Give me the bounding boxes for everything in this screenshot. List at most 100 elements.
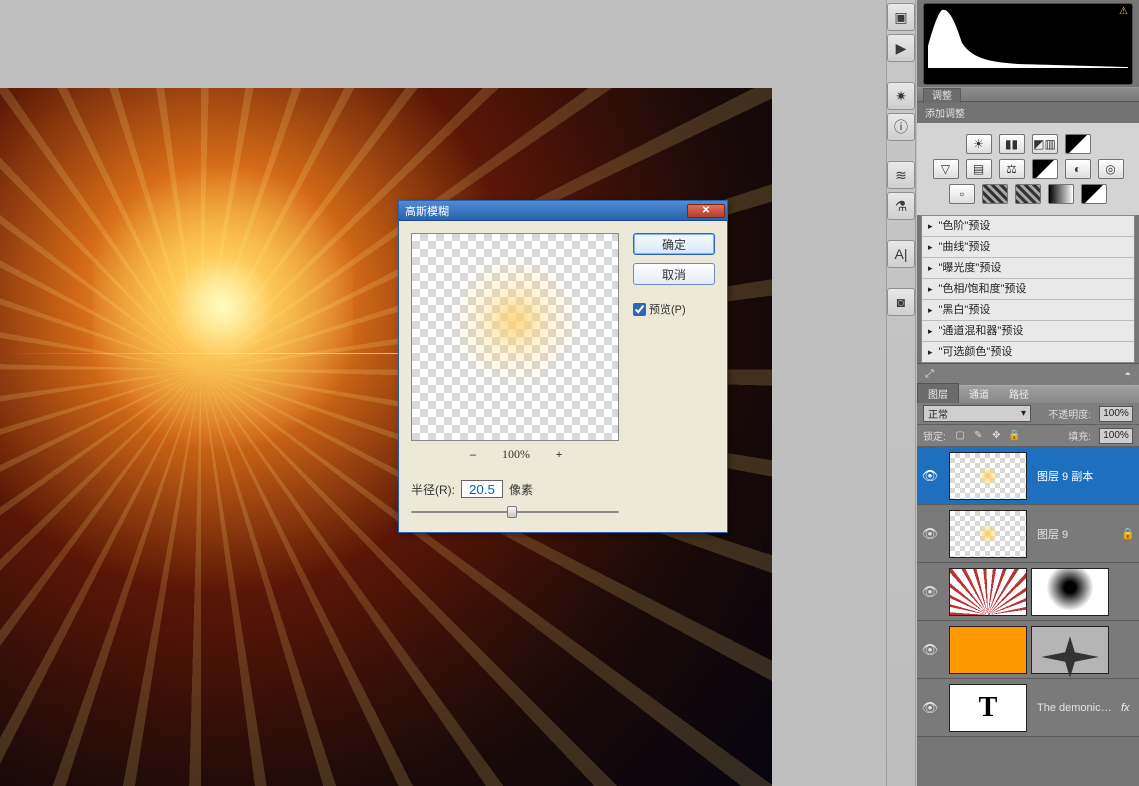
layer-row[interactable]: 👁 — [917, 621, 1139, 679]
layer-thumbnail[interactable] — [949, 510, 1027, 558]
preview-checkbox[interactable] — [633, 303, 646, 316]
layer-mask-thumbnail[interactable] — [1031, 626, 1109, 674]
play-icon[interactable]: ▶ — [887, 34, 915, 62]
layer-name[interactable]: 图层 9 — [1033, 526, 1121, 542]
opacity-value[interactable]: 100% — [1099, 406, 1133, 422]
lock-image-icon[interactable]: ✎ — [972, 429, 985, 442]
layer-row[interactable]: 👁 — [917, 563, 1139, 621]
channel-mixer-icon[interactable]: ◎ — [1098, 159, 1124, 179]
layer-thumbnail[interactable] — [949, 452, 1027, 500]
visibility-eye-icon[interactable]: 👁 — [917, 584, 943, 600]
flask-icon[interactable]: ⚗ — [887, 192, 915, 220]
tool-icon[interactable]: ▣ — [887, 3, 915, 31]
preview-checkbox-label: 预览(P) — [649, 301, 686, 317]
vibrance-icon[interactable]: ▽ — [933, 159, 959, 179]
lock-icon: 🔒 — [1121, 527, 1139, 540]
add-adjustment-label: 添加调整 — [917, 102, 1139, 123]
fx-icon[interactable]: fx — [1121, 702, 1139, 714]
lock-position-icon[interactable]: ✥ — [990, 429, 1003, 442]
visibility-eye-icon[interactable]: 👁 — [917, 642, 943, 658]
layer-options-row-1: 正常 ▾ 不透明度: 100% — [917, 403, 1139, 425]
radius-input[interactable] — [461, 480, 503, 498]
layer-list[interactable]: 👁 图层 9 副本 👁 图层 9 🔒 👁 👁 — [917, 447, 1139, 737]
expand-icon[interactable]: ⤢ — [925, 368, 934, 381]
radius-label: 半径(R): — [411, 481, 455, 498]
camera-icon[interactable]: ◙ — [887, 288, 915, 316]
layer-row[interactable]: 👁 图层 9 副本 — [917, 447, 1139, 505]
preset-selective-color[interactable]: "可选颜色"预设 — [922, 342, 1134, 363]
tab-layers[interactable]: 图层 — [917, 383, 959, 403]
chevron-down-icon: ▾ — [1021, 408, 1026, 419]
radius-unit: 像素 — [509, 481, 533, 498]
preset-exposure[interactable]: "曝光度"预设 — [922, 258, 1134, 279]
preset-black-white[interactable]: "黑白"预设 — [922, 300, 1134, 321]
adjustment-presets-list[interactable]: "色阶"预设 "曲线"预设 "曝光度"预设 "色相/饱和度"预设 "黑白"预设 … — [921, 215, 1135, 363]
zoom-out-button[interactable]: – — [466, 448, 480, 462]
layer-thumbnail[interactable] — [949, 626, 1027, 674]
gaussian-blur-dialog: 高斯模糊 ✕ – 100% + 半径(R): 像素 确定 取消 — [398, 200, 728, 533]
curves-icon[interactable]: ◩▥ — [1032, 134, 1058, 154]
gradient-map-icon[interactable] — [1048, 184, 1074, 204]
photo-filter-icon[interactable]: ◐ — [1065, 159, 1091, 179]
histogram-panel[interactable]: ⚠ — [923, 3, 1133, 85]
layers-panel-tabs: 图层 通道 路径 — [917, 385, 1139, 403]
exposure-icon[interactable] — [1065, 134, 1091, 154]
lock-transparent-icon[interactable]: ▢ — [954, 429, 967, 442]
zoom-in-button[interactable]: + — [552, 448, 566, 462]
adj-trash-icon[interactable]: ◓ — [1124, 369, 1131, 381]
threshold-icon[interactable] — [1015, 184, 1041, 204]
adjustments-header: 调整 — [917, 87, 1139, 102]
posterize-icon[interactable] — [982, 184, 1008, 204]
right-panels: ⚠ 调整 添加调整 ☀ ▮▮ ◩▥ ▽ ▤ ⚖ ◐ ◎ ▫ — [917, 0, 1139, 786]
close-icon[interactable]: ✕ — [687, 204, 725, 218]
histogram-graph — [928, 8, 1128, 68]
canvas-star — [93, 144, 353, 534]
dialog-title: 高斯模糊 — [405, 203, 687, 219]
visibility-eye-icon[interactable]: 👁 — [917, 526, 943, 542]
info-icon[interactable]: ⓘ — [887, 113, 915, 141]
tab-paths[interactable]: 路径 — [999, 384, 1039, 403]
layer-thumbnail[interactable] — [949, 568, 1027, 616]
layer-row[interactable]: 👁 T The demonicall… fx — [917, 679, 1139, 737]
visibility-eye-icon[interactable]: 👁 — [917, 468, 943, 484]
selective-color-icon[interactable] — [1081, 184, 1107, 204]
visibility-eye-icon[interactable]: 👁 — [917, 700, 943, 716]
type-layer-thumbnail[interactable]: T — [949, 684, 1027, 732]
layer-options-row-2: 锁定: ▢ ✎ ✥ 🔒 填充: 100% — [917, 425, 1139, 447]
adjustments-footer: ⤢ ◓ — [917, 363, 1139, 385]
opacity-label: 不透明度: — [1048, 406, 1091, 421]
preset-curves[interactable]: "曲线"预设 — [922, 237, 1134, 258]
radius-slider[interactable] — [411, 504, 619, 520]
adjustments-tab[interactable]: 调整 — [923, 88, 961, 103]
dialog-preview[interactable] — [411, 233, 619, 441]
layer-row[interactable]: 👁 图层 9 🔒 — [917, 505, 1139, 563]
hue-saturation-icon[interactable]: ▤ — [966, 159, 992, 179]
preset-channel-mixer[interactable]: "通道混和器"预设 — [922, 321, 1134, 342]
layer-name[interactable]: 图层 9 副本 — [1033, 468, 1139, 484]
type-panel-icon[interactable]: A| — [887, 240, 915, 268]
invert-icon[interactable]: ▫ — [949, 184, 975, 204]
cancel-button[interactable]: 取消 — [633, 263, 715, 285]
zoom-percent: 100% — [502, 447, 530, 462]
ok-button[interactable]: 确定 — [633, 233, 715, 255]
preset-levels[interactable]: "色阶"预设 — [922, 216, 1134, 237]
blend-mode-dropdown[interactable]: 正常 ▾ — [923, 405, 1031, 422]
star-icon[interactable]: ✷ — [887, 82, 915, 110]
tab-channels[interactable]: 通道 — [959, 384, 999, 403]
levels-icon[interactable]: ▮▮ — [999, 134, 1025, 154]
dialog-titlebar[interactable]: 高斯模糊 ✕ — [399, 201, 727, 221]
slider-thumb[interactable] — [507, 506, 517, 518]
color-balance-icon[interactable]: ⚖ — [999, 159, 1025, 179]
lock-label: 锁定: — [923, 428, 946, 443]
layer-mask-thumbnail[interactable] — [1031, 568, 1109, 616]
brightness-contrast-icon[interactable]: ☀ — [966, 134, 992, 154]
lock-all-icon[interactable]: 🔒 — [1008, 429, 1021, 442]
black-white-icon[interactable] — [1032, 159, 1058, 179]
tool-column: ▣ ▶ ✷ ⓘ ≋ ⚗ A| ◙ — [886, 0, 916, 786]
wave-icon[interactable]: ≋ — [887, 161, 915, 189]
fill-value[interactable]: 100% — [1099, 428, 1133, 444]
preset-hue-saturation[interactable]: "色相/饱和度"预设 — [922, 279, 1134, 300]
layer-name[interactable]: The demonicall… — [1033, 702, 1121, 714]
fill-label: 填充: — [1068, 428, 1091, 443]
adjustment-icons: ☀ ▮▮ ◩▥ ▽ ▤ ⚖ ◐ ◎ ▫ — [917, 123, 1139, 215]
